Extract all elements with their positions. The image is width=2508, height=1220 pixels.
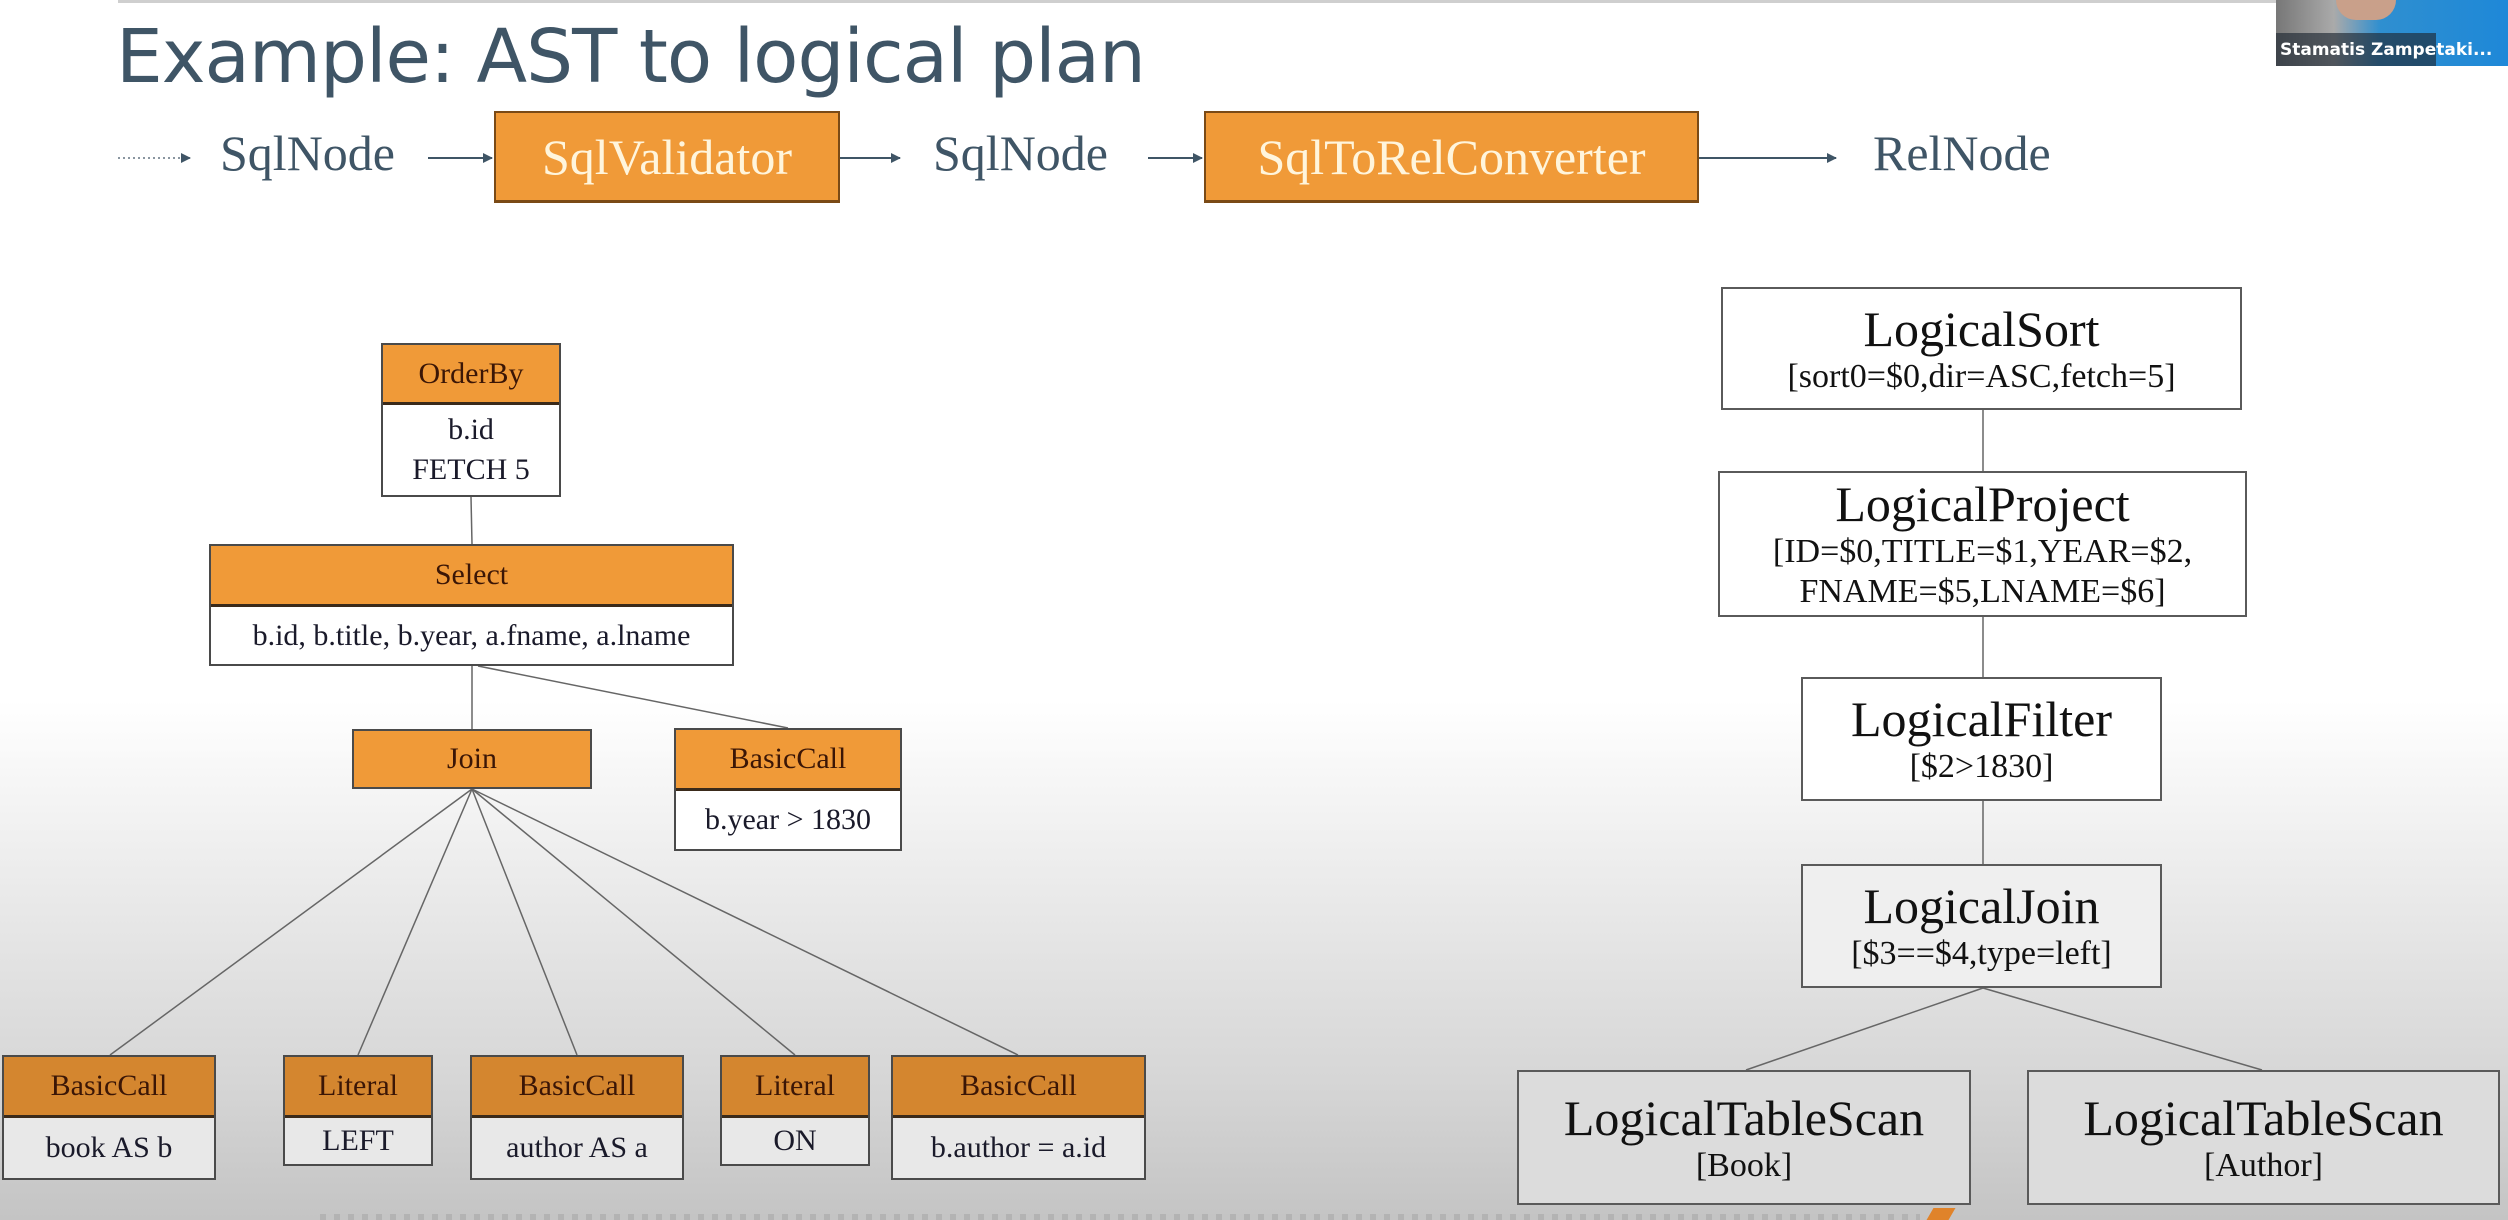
- lp-node-args: [$2>1830]: [1909, 748, 2054, 785]
- ast-node-body: b.id, b.title, b.year, a.fname, a.lname: [211, 607, 732, 664]
- ast-node-join-child: Literal LEFT: [283, 1055, 433, 1166]
- pipeline-sqlvalidator-label: SqlValidator: [542, 128, 792, 185]
- ast-node-type: BasicCall: [472, 1057, 682, 1118]
- ast-edge-orderby-select: [470, 496, 473, 545]
- lp-node-tablescan-author: LogicalTableScan [Author]: [2027, 1070, 2500, 1205]
- participant-video-tile[interactable]: Stamatis Zampetaki...: [2276, 0, 2508, 66]
- lp-edge-join-author: [1982, 987, 2263, 1071]
- ast-node-body: b.year > 1830: [676, 791, 900, 849]
- lp-node-args: [$3==$4,type=left]: [1851, 935, 2112, 972]
- ast-node-select: Select b.id, b.title, b.year, a.fname, a…: [209, 544, 734, 666]
- lp-node-args: FNAME=$5,LNAME=$6]: [1799, 573, 2166, 610]
- lp-node-args: [Author]: [2204, 1146, 2323, 1184]
- participant-video-image: [2336, 0, 2396, 20]
- ast-node-type: BasicCall: [4, 1057, 214, 1118]
- ast-node-type: Literal: [285, 1057, 431, 1118]
- ast-node-join-child: BasicCall book AS b: [2, 1055, 216, 1180]
- pipeline-relnode-output: RelNode: [1873, 125, 2051, 181]
- pipeline-sqltorelconverter-box: SqlToRelConverter: [1204, 111, 1699, 203]
- ast-node-body: b.author = a.id: [893, 1118, 1144, 1178]
- ast-edge-join-child-2: [357, 788, 473, 1056]
- pipeline-sqlnode-input: SqlNode: [220, 125, 395, 181]
- ast-edge-join-child-3: [471, 788, 578, 1056]
- lp-node-args: [sort0=$0,dir=ASC,fetch=5]: [1787, 357, 2176, 395]
- ast-node-body: book AS b: [4, 1118, 214, 1178]
- lp-node-tablescan-book: LogicalTableScan [Book]: [1517, 1070, 1971, 1205]
- participant-name: Stamatis Zampetaki...: [2280, 40, 2493, 60]
- lp-node-logicaljoin: LogicalJoin [$3==$4,type=left]: [1801, 864, 2162, 988]
- lp-node-name: LogicalProject: [1835, 476, 2130, 532]
- ast-edge-join-child-1: [109, 788, 473, 1056]
- ast-node-type: BasicCall: [893, 1057, 1144, 1118]
- lp-node-name: LogicalFilter: [1850, 691, 2113, 747]
- ast-node-line: b.id: [448, 413, 494, 446]
- lp-node-args: [ID=$0,TITLE=$1,YEAR=$2,: [1772, 533, 2193, 570]
- ast-node-join: Join: [352, 729, 592, 789]
- slide-footer-strip: [320, 1214, 1920, 1220]
- ast-node-type: Join: [354, 731, 590, 787]
- ast-node-type: OrderBy: [383, 345, 559, 405]
- ast-node-join-child: Literal ON: [720, 1055, 870, 1166]
- ast-node-join-child: BasicCall author AS a: [470, 1055, 684, 1180]
- ast-node-body: ON: [722, 1118, 868, 1164]
- ast-node-where-basiccall: BasicCall b.year > 1830: [674, 728, 902, 851]
- lp-node-name: LogicalTableScan: [1563, 1089, 1925, 1146]
- ast-node-line: FETCH 5: [412, 453, 530, 486]
- ast-node-body: b.id FETCH 5: [383, 405, 559, 495]
- ast-node-type: BasicCall: [676, 730, 900, 791]
- lp-edge-join-book: [1745, 987, 1984, 1071]
- pipeline-sqltorelconverter-label: SqlToRelConverter: [1257, 128, 1646, 185]
- ast-node-body: author AS a: [472, 1118, 682, 1178]
- ast-edge-select-where: [477, 665, 789, 729]
- lp-node-name: LogicalSort: [1863, 300, 2100, 357]
- lp-node-name: LogicalJoin: [1863, 878, 2100, 934]
- ast-node-join-child: BasicCall b.author = a.id: [891, 1055, 1146, 1180]
- ast-node-orderby: OrderBy b.id FETCH 5: [381, 343, 561, 497]
- lp-node-logicalproject: LogicalProject [ID=$0,TITLE=$1,YEAR=$2, …: [1718, 471, 2247, 617]
- lp-node-args: [Book]: [1695, 1146, 1793, 1184]
- lp-node-logicalfilter: LogicalFilter [$2>1830]: [1801, 677, 2162, 801]
- pipeline-sqlvalidator-box: SqlValidator: [494, 111, 840, 203]
- ast-node-line: b.id, b.title, b.year, a.fname, a.lname: [252, 618, 691, 652]
- ast-node-type: Select: [211, 546, 732, 607]
- lp-node-name: LogicalTableScan: [2083, 1089, 2444, 1146]
- ast-node-type: Literal: [722, 1057, 868, 1118]
- pipeline-sqlnode-validated: SqlNode: [933, 125, 1108, 181]
- ast-node-body: LEFT: [285, 1118, 431, 1164]
- ast-node-line: b.year > 1830: [704, 803, 872, 836]
- lp-node-logicalsort: LogicalSort [sort0=$0,dir=ASC,fetch=5]: [1721, 287, 2242, 410]
